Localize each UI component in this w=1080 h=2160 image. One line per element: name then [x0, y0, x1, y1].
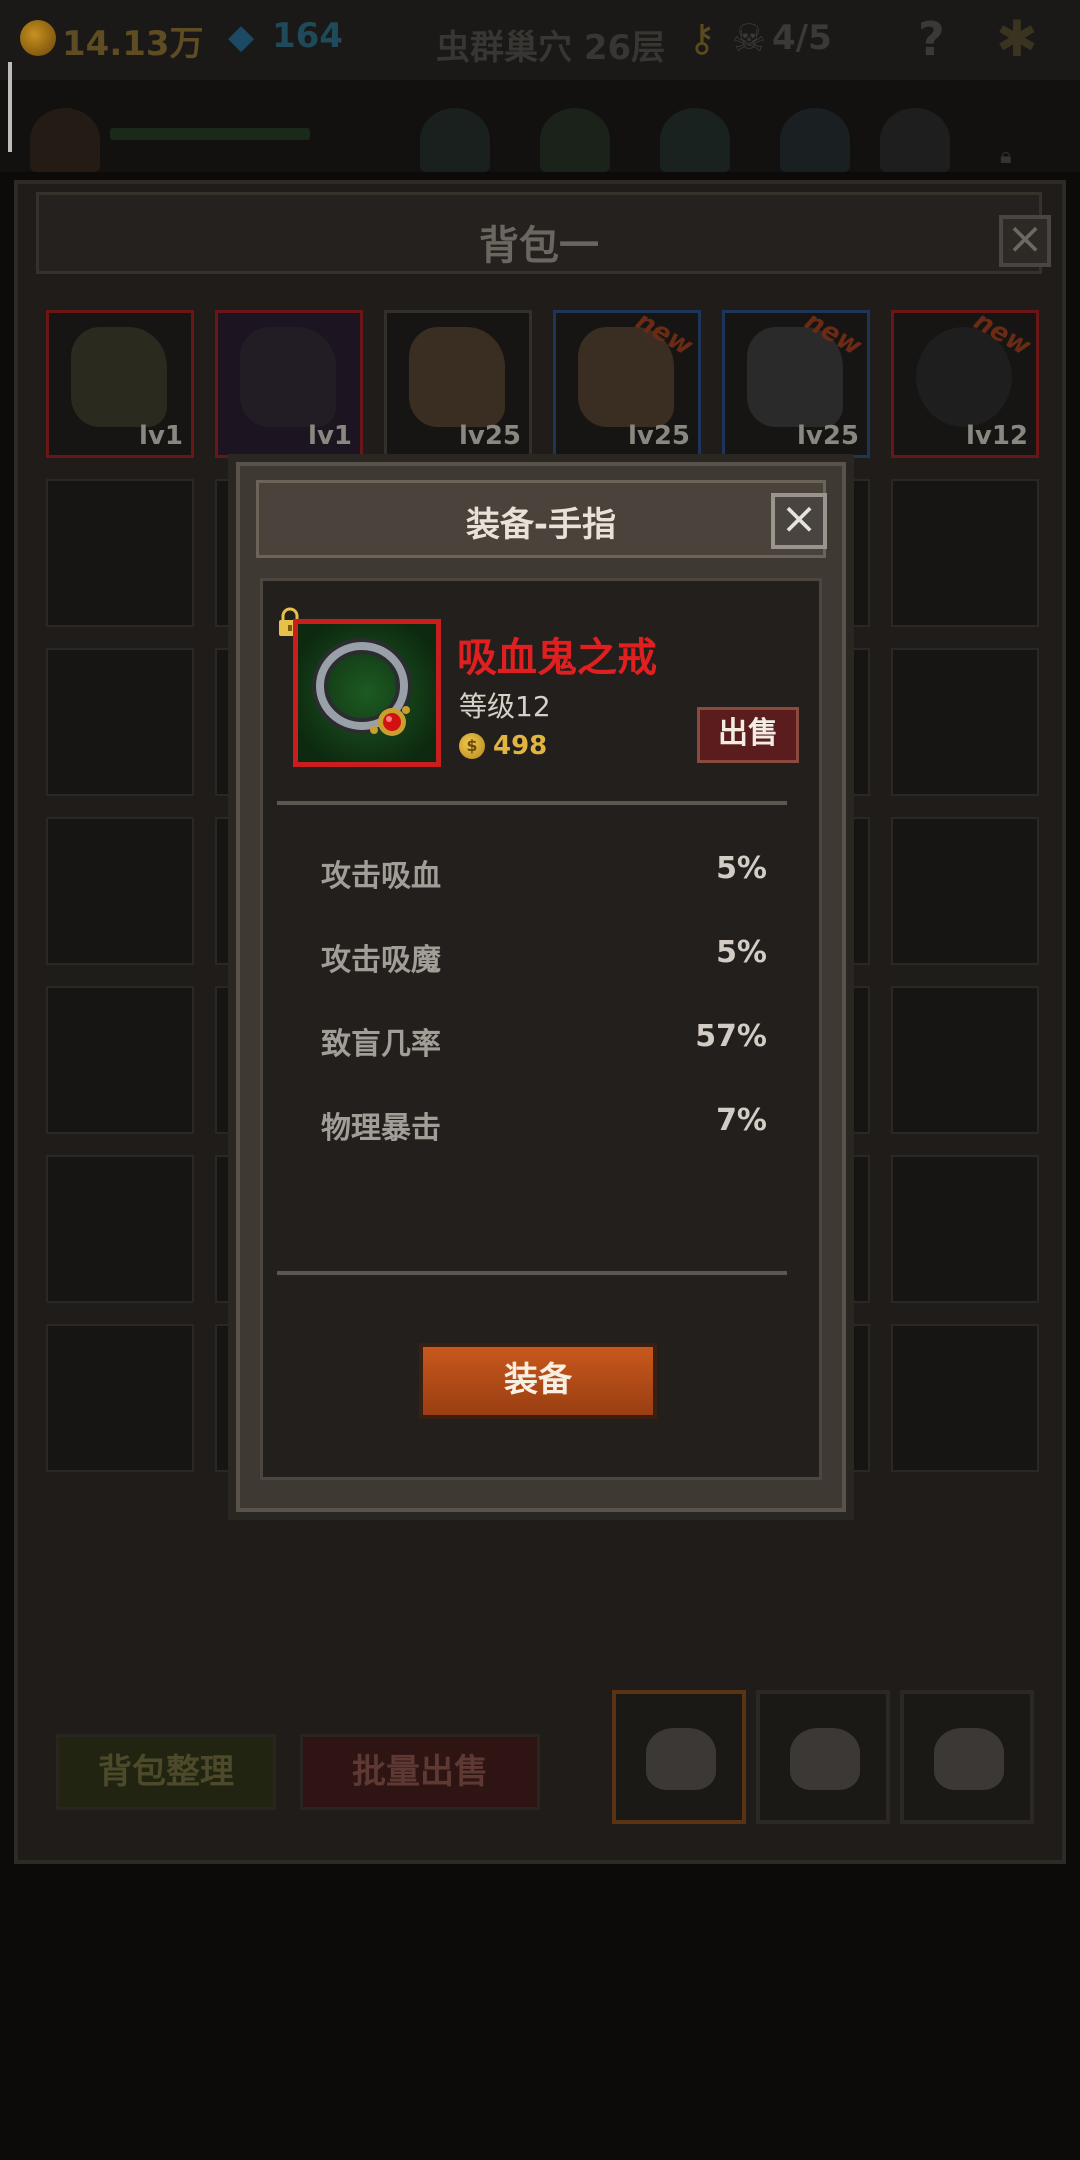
club-icon: [409, 327, 505, 427]
stat-label: 攻击吸血: [321, 859, 441, 894]
sort-backpack-button[interactable]: 背包整理: [56, 1734, 276, 1810]
item-slot[interactable]: new lv25: [553, 306, 701, 458]
item-level: lv25: [796, 421, 859, 451]
settings-gear-icon[interactable]: ✱: [996, 10, 1038, 68]
backpack-tab-2[interactable]: [756, 1690, 890, 1824]
pouch-icon: [790, 1728, 860, 1790]
text-cursor: [8, 62, 12, 152]
gem-amount: 164: [272, 16, 343, 56]
empty-item-slot[interactable]: [891, 1155, 1039, 1303]
gold-coin-icon: $: [459, 733, 485, 759]
stat-label: 攻击吸魔: [321, 943, 441, 978]
empty-item-slot[interactable]: [891, 648, 1039, 796]
backpack-tab-1[interactable]: [612, 1690, 746, 1824]
lock-icon: 🔒︎: [1000, 144, 1012, 169]
stat-value: 57%: [695, 1019, 767, 1054]
empty-item-slot[interactable]: [891, 479, 1039, 627]
hero-portrait[interactable]: [780, 108, 850, 172]
stat-value: 5%: [716, 935, 767, 970]
empty-item-slot[interactable]: [46, 1324, 194, 1472]
item-slot[interactable]: new lv12: [891, 306, 1039, 458]
item-level: lv12: [965, 421, 1028, 451]
item-slot[interactable]: new lv25: [722, 306, 870, 458]
empty-item-slot[interactable]: [46, 986, 194, 1134]
dialog-close-button[interactable]: ×: [771, 493, 827, 549]
hero-hp-bar: [110, 128, 310, 140]
pouch-icon: [646, 1728, 716, 1790]
empty-item-slot[interactable]: [891, 817, 1039, 965]
item-slot[interactable]: lv25: [384, 310, 532, 458]
diamond-icon: ◆: [228, 17, 255, 57]
item-sell-price: 498: [493, 731, 548, 761]
help-button[interactable]: ?: [918, 12, 945, 66]
dialog-header: 装备-手指 ×: [256, 480, 827, 558]
hero-portrait[interactable]: [30, 108, 100, 172]
stat-label: 物理暴击: [321, 1111, 441, 1146]
bulk-sell-button[interactable]: 批量出售: [300, 1734, 540, 1810]
backpack-header: 背包一 ×: [36, 192, 1051, 274]
backpack-close-button[interactable]: ×: [999, 215, 1051, 267]
equipment-detail-dialog: 装备-手指 × 吸血鬼之戒 等级12 $ 498 出售 攻击吸血 5% 攻击吸魔…: [236, 462, 846, 1512]
key-icon: ⚷: [688, 16, 716, 60]
empty-item-slot[interactable]: [46, 648, 194, 796]
dungeon-floor: 虫群巢穴 26层: [436, 28, 666, 68]
gold-coin-icon: [20, 20, 56, 56]
hero-portrait[interactable]: [420, 108, 490, 172]
item-name: 吸血鬼之戒: [457, 635, 657, 681]
top-hud: 14.13万 ◆ 164 虫群巢穴 26层 ⚷ ☠ 4/5 ? ✱: [0, 0, 1080, 80]
item-slot[interactable]: lv1: [46, 310, 194, 458]
shoulder-armor-icon: [240, 327, 336, 427]
boot-icon: [71, 327, 167, 427]
backpack-tab-3[interactable]: [900, 1690, 1034, 1824]
stat-value: 7%: [716, 1103, 767, 1138]
empty-item-slot[interactable]: [46, 479, 194, 627]
skull-count: 4/5: [772, 18, 832, 58]
empty-item-slot[interactable]: [891, 1324, 1039, 1472]
hero-portrait[interactable]: [880, 108, 950, 172]
sell-button[interactable]: 出售: [697, 707, 799, 763]
item-icon-frame: [293, 619, 441, 767]
hero-portrait[interactable]: [540, 108, 610, 172]
divider: [277, 1271, 787, 1275]
vampire-ring-icon: [312, 638, 412, 736]
stat-label: 致盲几率: [321, 1027, 441, 1062]
item-level: lv25: [458, 421, 521, 451]
pouch-icon: [934, 1728, 1004, 1790]
item-level: lv1: [139, 421, 183, 451]
item-slot[interactable]: lv1: [215, 310, 363, 458]
backpack-title: 背包一: [479, 223, 599, 269]
divider: [277, 801, 787, 805]
item-level: lv25: [627, 421, 690, 451]
item-level: 等级12: [459, 690, 551, 723]
gold-amount: 14.13万: [62, 24, 204, 64]
dialog-body: 吸血鬼之戒 等级12 $ 498 出售 攻击吸血 5% 攻击吸魔 5% 致盲几率…: [260, 578, 822, 1480]
item-level: lv1: [308, 421, 352, 451]
empty-item-slot[interactable]: [46, 817, 194, 965]
empty-item-slot[interactable]: [891, 986, 1039, 1134]
equip-button[interactable]: 装备: [419, 1343, 657, 1419]
empty-item-slot[interactable]: [46, 1155, 194, 1303]
stat-value: 5%: [716, 851, 767, 886]
dialog-title: 装备-手指: [465, 505, 617, 545]
hero-portrait[interactable]: [660, 108, 730, 172]
skull-icon: ☠: [732, 16, 767, 60]
